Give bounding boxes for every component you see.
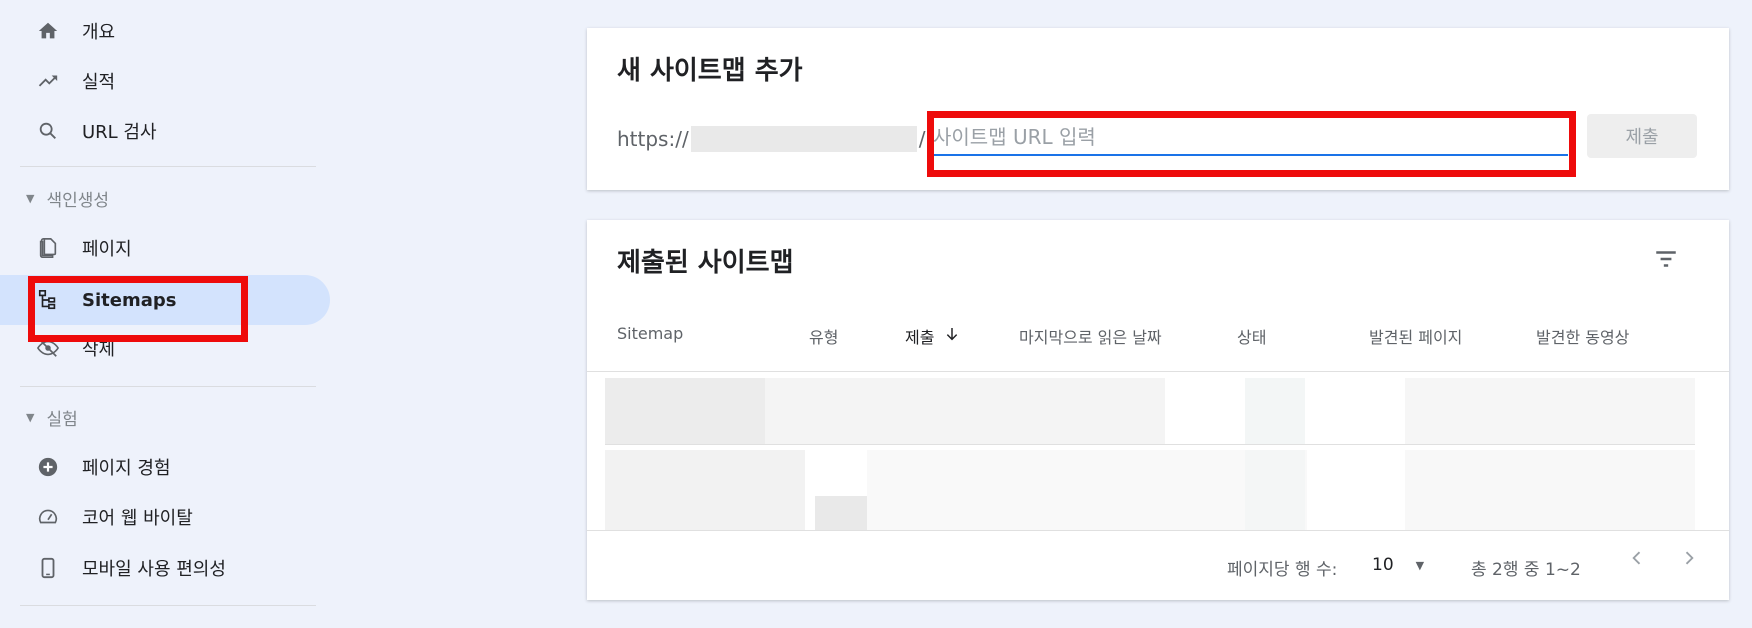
filter-icon[interactable]: [1653, 246, 1679, 276]
url-prefix: https:// /: [617, 126, 925, 152]
dropdown-arrow-icon: ▼: [1415, 558, 1425, 572]
sidebar-item-label: 모바일 사용 편의성: [82, 559, 226, 580]
redacted-cell: [605, 450, 805, 530]
redacted-cell: [867, 450, 1307, 530]
column-header-submitted[interactable]: 제출: [905, 324, 960, 348]
column-header-discovered-videos[interactable]: 발견한 동영상: [1536, 324, 1629, 348]
submit-button[interactable]: 제출: [1587, 114, 1697, 158]
rows-per-page-select[interactable]: 10 ▼: [1372, 555, 1424, 575]
redacted-cell: [815, 496, 867, 530]
sidebar: 개요 실적 URL 검사 ▼ 색인생성 페이지 Sitemaps 삭제 ▼ 실험…: [0, 0, 340, 628]
column-header-sitemap[interactable]: Sitemap: [617, 324, 683, 343]
add-sitemap-title: 새 사이트맵 추가: [617, 56, 803, 86]
redacted-cell: [605, 378, 765, 444]
sidebar-item-performance[interactable]: 실적: [0, 56, 330, 106]
url-prefix-scheme: https://: [617, 127, 689, 151]
plus-circle-icon: [36, 455, 60, 479]
sidebar-item-overview[interactable]: 개요: [0, 6, 330, 56]
section-header-indexing[interactable]: ▼ 색인생성: [26, 186, 109, 211]
redacted-cell: [1405, 450, 1695, 530]
sidebar-item-core-web-vitals[interactable]: 코어 웹 바이탈: [0, 492, 330, 542]
column-header-status[interactable]: 상태: [1237, 324, 1266, 348]
previous-page-button[interactable]: [1627, 548, 1647, 574]
redacted-domain: [690, 126, 917, 152]
smartphone-icon: [36, 556, 60, 580]
pagination-range: 총 2행 중 1~2: [1471, 560, 1581, 580]
sidebar-item-pages[interactable]: 페이지: [0, 223, 330, 273]
rows-per-page-value: 10: [1372, 555, 1394, 575]
caret-down-icon: ▼: [26, 411, 35, 424]
caret-down-icon: ▼: [26, 192, 35, 205]
home-icon: [36, 19, 60, 43]
sidebar-divider: [20, 605, 316, 606]
sidebar-item-label: URL 검사: [82, 122, 157, 143]
column-label: 발견된 페이지: [1369, 328, 1463, 347]
redacted-cell: [1405, 378, 1695, 444]
sidebar-item-label: 페이지 경험: [82, 458, 171, 479]
submitted-sitemaps-title: 제출된 사이트맵: [617, 248, 794, 278]
redacted-cell: [765, 378, 1165, 444]
section-title: 실험: [46, 410, 78, 430]
speed-gauge-icon: [36, 505, 60, 529]
sidebar-divider: [20, 166, 316, 167]
column-label: 발견한 동영상: [1536, 328, 1630, 347]
column-header-type[interactable]: 유형: [809, 324, 838, 348]
submitted-sitemaps-card: 제출된 사이트맵 Sitemap 유형 제출 마지막으로 읽은 날짜 상태 발견…: [587, 220, 1729, 600]
redacted-cell: [1245, 378, 1305, 444]
sidebar-item-label: 실적: [82, 72, 116, 93]
column-label: 상태: [1237, 328, 1267, 347]
column-label: 유형: [809, 328, 839, 347]
column-header-discovered-pages[interactable]: 발견된 페이지: [1369, 324, 1462, 348]
table-row-divider: [605, 444, 1695, 445]
trending-up-icon: [36, 69, 60, 93]
pages-icon: [36, 236, 60, 260]
column-label: Sitemap: [617, 324, 684, 343]
rows-per-page-label: 페이지당 행 수:: [1227, 560, 1338, 580]
sidebar-item-label: 코어 웹 바이탈: [82, 508, 193, 529]
sidebar-item-label: 개요: [82, 22, 116, 43]
section-header-experience[interactable]: ▼ 실험: [26, 405, 78, 430]
section-title: 색인생성: [46, 191, 110, 211]
column-header-last-read[interactable]: 마지막으로 읽은 날짜: [1019, 324, 1162, 348]
sidebar-divider: [20, 386, 316, 387]
next-page-button[interactable]: [1679, 548, 1699, 574]
sidebar-item-page-experience[interactable]: 페이지 경험: [0, 442, 330, 492]
table-footer-divider: [587, 530, 1729, 531]
highlight-annotation: [28, 276, 248, 342]
arrow-down-icon: [944, 326, 960, 346]
column-label: 제출: [905, 328, 935, 347]
sidebar-item-mobile-usability[interactable]: 모바일 사용 편의성: [0, 543, 330, 593]
highlight-annotation: [927, 111, 1576, 177]
redacted-table-rows: [605, 378, 1695, 530]
sidebar-item-url-inspection[interactable]: URL 검사: [0, 106, 330, 156]
sidebar-item-label: 페이지: [82, 239, 132, 260]
search-icon: [36, 119, 60, 143]
redacted-cell: [1245, 450, 1305, 530]
column-label: 마지막으로 읽은 날짜: [1019, 328, 1162, 347]
url-prefix-slash: /: [918, 127, 926, 151]
add-sitemap-card: 새 사이트맵 추가 https:// / 제출: [587, 28, 1729, 190]
table-divider: [587, 371, 1729, 372]
